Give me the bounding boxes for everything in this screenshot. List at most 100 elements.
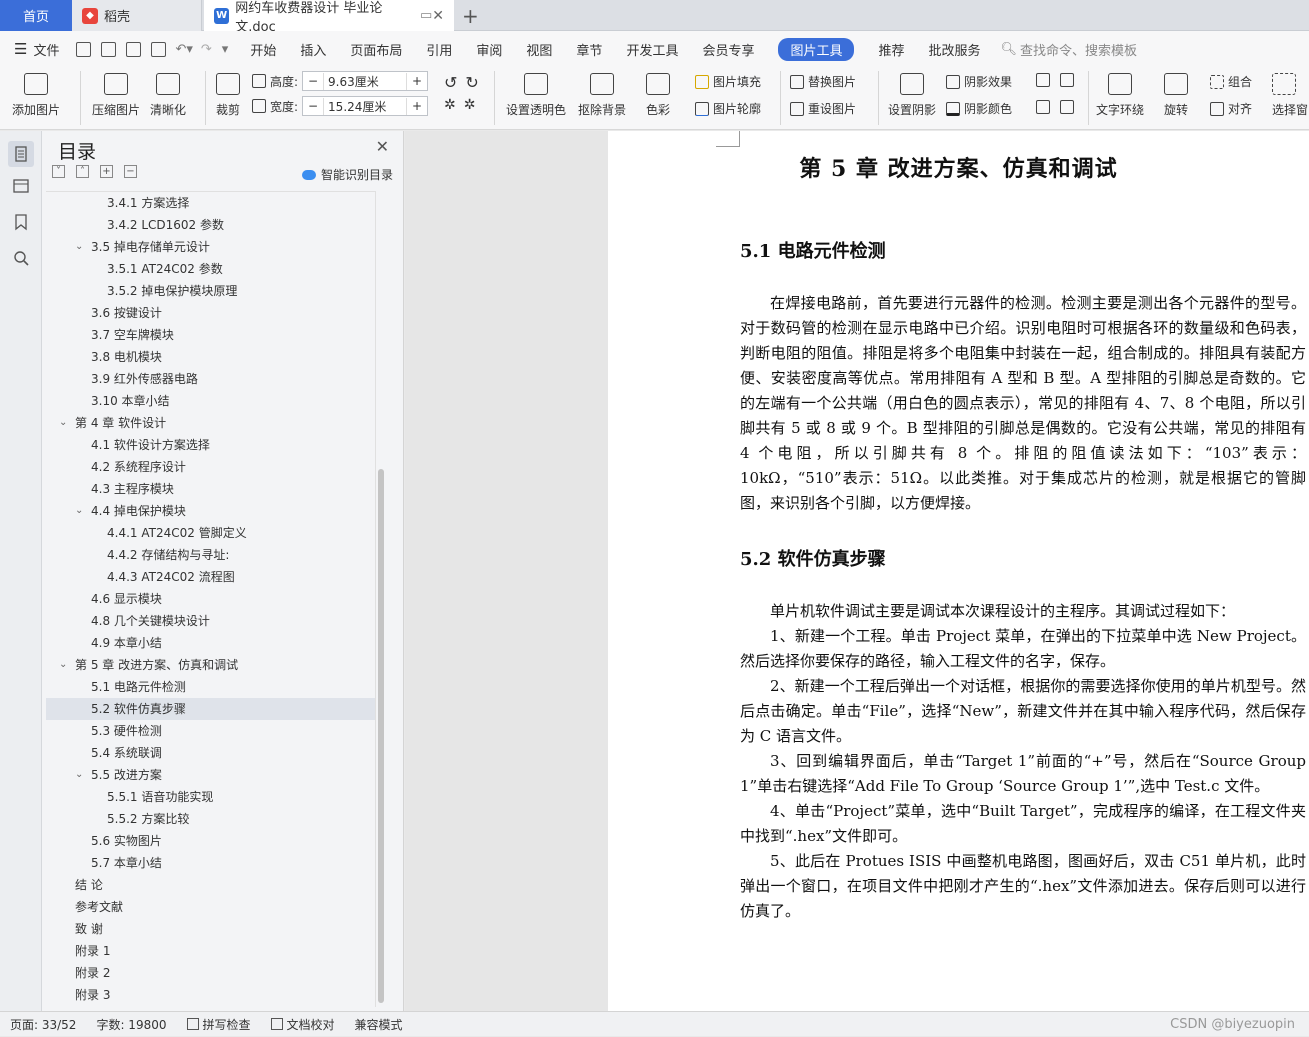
align-button[interactable]: 对齐	[1210, 100, 1252, 117]
chevron-down-icon[interactable]: ⌄	[75, 500, 83, 522]
print-preview-icon[interactable]	[151, 41, 167, 57]
height-decrease[interactable]: −	[303, 74, 323, 88]
more-icon[interactable]: ▾	[222, 42, 229, 57]
command-search[interactable]: 🔍︎ 查找命令、搜索模板	[1001, 40, 1138, 59]
toc-item[interactable]: 3.7 空车牌模块	[46, 324, 375, 346]
toc-item[interactable]: 4.3 主程序模块	[46, 478, 375, 500]
redo-icon[interactable]: ↷	[201, 42, 212, 57]
toc-item[interactable]: 5.4 系统联调	[46, 742, 375, 764]
proofread-button[interactable]: 文档校对	[270, 1016, 335, 1033]
reset-image-button[interactable]: 重设图片	[790, 100, 856, 117]
tab-daoke[interactable]: ◆ 稻壳	[72, 0, 202, 31]
bookmark-nav-button[interactable]	[12, 213, 30, 231]
toc-scrollbar[interactable]	[378, 469, 384, 1003]
tab-home[interactable]: 首页	[0, 0, 72, 31]
toc-item[interactable]: ⌄ 3.5 掉电存储单元设计	[46, 236, 375, 258]
menu-picture-tools[interactable]: 图片工具	[778, 37, 855, 61]
toc-item[interactable]: 4.9 本章小结	[46, 632, 375, 654]
toc-item[interactable]: ⌄ 4.4 掉电保护模块	[46, 500, 375, 522]
toc-item[interactable]: 5.5.2 方案比较	[46, 808, 375, 830]
toc-item[interactable]: 4.8 几个关键模块设计	[46, 610, 375, 632]
image-outline-button[interactable]: 图片轮廓	[695, 100, 761, 117]
add-heading-icon[interactable]: +	[100, 165, 113, 178]
monitor-icon[interactable]: ▭	[420, 8, 432, 23]
toc-item[interactable]: 3.9 红外传感器电路	[46, 368, 375, 390]
menu-chapter[interactable]: 章节	[576, 40, 602, 59]
collapse-all-icon[interactable]: ˅	[52, 165, 65, 178]
smart-toc-button[interactable]: 智能识别目录	[301, 166, 393, 183]
flip-v-icon[interactable]: ✲	[464, 97, 476, 113]
nudge-right-icon[interactable]	[1060, 100, 1074, 114]
undo-icon[interactable]: ↶▾	[175, 42, 192, 57]
width-spinner[interactable]: − 15.24厘米 +	[302, 96, 429, 116]
chevron-down-icon[interactable]: ⌄	[75, 764, 83, 786]
toc-item[interactable]: 参考文献	[46, 896, 375, 918]
page-indicator[interactable]: 页面: 33/52	[10, 1016, 76, 1033]
toc-item[interactable]: 3.10 本章小结	[46, 390, 375, 412]
menu-correction[interactable]: 批改服务	[929, 40, 981, 59]
close-tab-icon[interactable]: ✕	[432, 8, 444, 24]
rotate-button[interactable]: 旋转	[1164, 67, 1188, 118]
remove-background-button[interactable]: 抠除背景	[578, 67, 626, 118]
sharpen-button[interactable]: 清晰化	[150, 67, 186, 118]
nudge-left-icon[interactable]	[1036, 100, 1078, 114]
group-button[interactable]: 组合	[1210, 73, 1252, 90]
spell-check-button[interactable]: 拼写检查	[186, 1016, 251, 1033]
image-fill-button[interactable]: 图片填充	[695, 73, 761, 90]
toc-item[interactable]: ⌄ 第 4 章 软件设计	[46, 412, 375, 434]
search-nav-button[interactable]	[12, 249, 30, 267]
toc-item[interactable]: 4.6 显示模块	[46, 588, 375, 610]
word-count[interactable]: 字数: 19800	[96, 1016, 166, 1033]
height-spinner[interactable]: − 9.63厘米 +	[302, 71, 429, 91]
menu-developer[interactable]: 开发工具	[626, 40, 678, 59]
selection-pane-button[interactable]: 选择窗	[1272, 67, 1308, 118]
color-button[interactable]: 色彩	[646, 67, 670, 118]
menu-file[interactable]: 文件	[33, 40, 59, 59]
export-pdf-icon[interactable]	[101, 41, 117, 57]
shadow-color-button[interactable]: 阴影颜色	[946, 100, 1012, 117]
menu-layout[interactable]: 页面布局	[350, 40, 402, 59]
toc-item[interactable]: 5.6 实物图片	[46, 830, 375, 852]
toc-item[interactable]: 3.5.1 AT24C02 参数	[46, 258, 375, 280]
toc-item[interactable]: 3.8 电机模块	[46, 346, 375, 368]
expand-all-icon[interactable]: ˄	[76, 165, 89, 178]
chapter-nav-button[interactable]	[12, 177, 30, 195]
toc-item[interactable]: 4.4.2 存储结构与寻址:	[46, 544, 375, 566]
shadow-effect-button[interactable]: 阴影效果	[946, 73, 1012, 90]
toc-item[interactable]: 4.1 软件设计方案选择	[46, 434, 375, 456]
text-wrap-button[interactable]: 文字环绕	[1096, 67, 1144, 118]
toc-item[interactable]: ⌄ 第 5 章 改进方案、仿真和调试	[46, 654, 375, 676]
new-tab-icon[interactable]: +	[462, 4, 479, 28]
chevron-down-icon[interactable]: ⌄	[59, 654, 67, 676]
toc-item[interactable]: 5.1 电路元件检测	[46, 676, 375, 698]
flip-h-icon[interactable]: ✲ ✲	[444, 97, 475, 113]
toc-item[interactable]: 5.7 本章小结	[46, 852, 375, 874]
menu-reference[interactable]: 引用	[426, 40, 452, 59]
add-image-button[interactable]: 添加图片	[12, 67, 60, 118]
menu-start[interactable]: 开始	[250, 40, 276, 59]
toc-item[interactable]: 附录 3	[46, 984, 375, 1006]
chevron-down-icon[interactable]: ⌄	[59, 412, 67, 434]
toc-item[interactable]: 3.5.2 掉电保护模块原理	[46, 280, 375, 302]
chevron-down-icon[interactable]: ⌄	[75, 236, 83, 258]
height-increase[interactable]: +	[407, 74, 427, 88]
toc-item[interactable]: 致 谢	[46, 918, 375, 940]
width-input[interactable]: 15.24厘米	[323, 97, 408, 115]
set-transparent-button[interactable]: 设置透明色	[506, 67, 566, 118]
toc-item[interactable]: 3.4.2 LCD1602 参数	[46, 214, 375, 236]
width-decrease[interactable]: −	[303, 99, 323, 113]
replace-image-button[interactable]: 替换图片	[790, 73, 856, 90]
tab-document[interactable]: W 网约车收费器设计 毕业论文.doc ▭ ✕	[204, 0, 454, 35]
close-icon[interactable]: ✕	[376, 137, 389, 156]
toc-item[interactable]: 5.2 软件仿真步骤	[46, 698, 375, 720]
compress-image-button[interactable]: 压缩图片	[92, 67, 140, 118]
toc-item[interactable]: 4.4.1 AT24C02 管脚定义	[46, 522, 375, 544]
toc-item[interactable]: 附录 1	[46, 940, 375, 962]
menu-recommend[interactable]: 推荐	[878, 40, 904, 59]
menu-view[interactable]: 视图	[526, 40, 552, 59]
set-shadow-button[interactable]: 设置阴影	[888, 67, 936, 118]
print-icon[interactable]	[126, 41, 142, 57]
toc-item[interactable]: 5.5.1 语音功能实现	[46, 786, 375, 808]
menu-insert[interactable]: 插入	[300, 40, 326, 59]
height-input[interactable]: 9.63厘米	[323, 72, 408, 90]
